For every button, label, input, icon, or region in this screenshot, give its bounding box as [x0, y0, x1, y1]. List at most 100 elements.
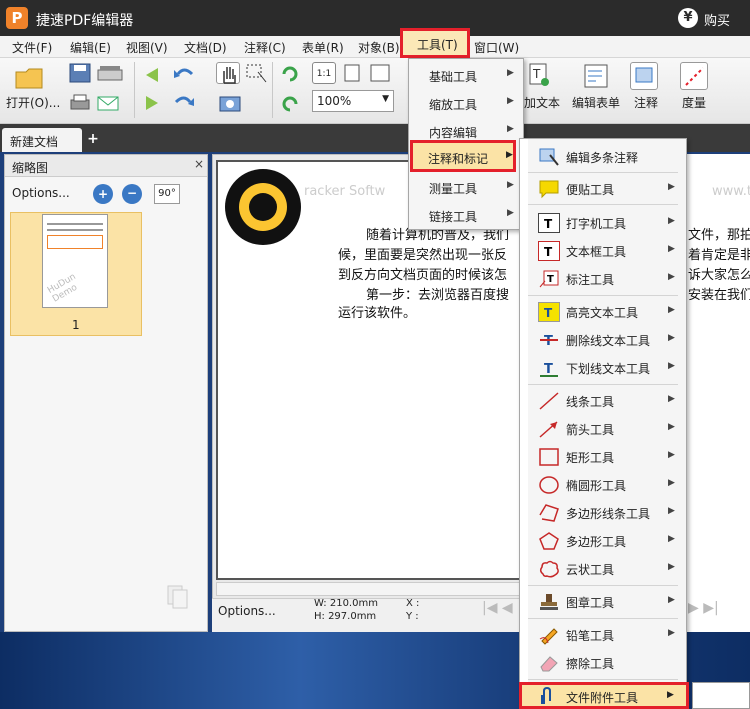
line-icon	[538, 391, 560, 411]
svg-text:T: T	[547, 274, 554, 285]
menu-measure-tools[interactable]: 测量工具 ▶	[409, 173, 523, 201]
menu-eraser-tool[interactable]: 擦除工具	[528, 649, 686, 677]
menu-line-tool[interactable]: 线条工具 ▶	[528, 387, 686, 415]
app-logo-icon: P	[6, 7, 28, 29]
chevron-right-icon: ▶	[668, 244, 675, 254]
forward-icon[interactable]	[140, 92, 164, 114]
rotate-thumbnail-button[interactable]: 90°	[154, 184, 180, 204]
add-text-button[interactable]: 加文本	[524, 94, 560, 111]
menu-file-attachment-tool[interactable]: 文件附件工具 ▶	[519, 682, 689, 709]
snapshot-icon[interactable]	[218, 92, 242, 114]
menu-basic-tools[interactable]: 基础工具 ▶	[409, 61, 523, 89]
menu-underline-text[interactable]: T 下划线文本工具 ▶	[528, 354, 686, 382]
menu-pencil-tool[interactable]: 铅笔工具 ▶	[528, 621, 686, 649]
email-icon[interactable]	[96, 92, 120, 114]
menu-ellipse-tool[interactable]: 椭圆形工具 ▶	[528, 471, 686, 499]
next-page-icon[interactable]: ▶ ▶|	[688, 600, 748, 620]
edit-form-button[interactable]: 编辑表单	[572, 94, 620, 111]
add-tab-icon[interactable]: +	[86, 132, 100, 146]
thumbnail-title: 缩略图	[12, 161, 49, 175]
buy-now-stamp-icon[interactable]	[222, 166, 304, 248]
statusbar-options-button[interactable]: Options...	[218, 604, 276, 618]
menu-item-label: 标注工具	[566, 273, 615, 287]
redo-icon[interactable]	[172, 92, 196, 114]
svg-text:T: T	[544, 362, 553, 377]
highlight-icon: T	[538, 302, 560, 322]
close-icon[interactable]: ×	[194, 157, 204, 171]
measure-icon[interactable]	[680, 62, 708, 90]
menu-polygon-tool[interactable]: 多边形工具 ▶	[528, 527, 686, 555]
horizontal-scrollbar[interactable]	[216, 582, 522, 596]
print-icon[interactable]	[68, 92, 92, 114]
undo-icon[interactable]	[172, 64, 196, 86]
open-button[interactable]: 打开(O)...	[6, 94, 60, 111]
menu-form[interactable]: 表单(R)	[302, 39, 344, 56]
menu-callout[interactable]: T 标注工具 ▶	[528, 265, 686, 293]
thumbnail-options-button[interactable]: Options...	[12, 186, 70, 200]
rectangle-icon	[538, 447, 560, 467]
tab-new-document[interactable]: 新建文档	[2, 128, 82, 152]
menu-cloud-tool[interactable]: 云状工具 ▶	[528, 555, 686, 583]
rotate-cw-icon[interactable]	[278, 62, 302, 84]
menu-object[interactable]: 对象(B)	[358, 39, 400, 56]
chevron-right-icon: ▶	[507, 180, 514, 190]
menu-tools[interactable]: 工具(T)	[400, 28, 470, 58]
submenu-icon-strip	[520, 139, 528, 709]
menu-annotation-markup[interactable]: 注释和标记 ▶	[410, 140, 516, 172]
open-folder-icon[interactable]	[14, 64, 46, 92]
add-text-icon[interactable]: T	[528, 62, 550, 88]
menu-sticky-note[interactable]: 便贴工具 ▶	[528, 175, 686, 203]
chevron-right-icon: ▶	[668, 305, 675, 315]
pencil-icon	[538, 625, 560, 645]
document-line: 候，里面要是突然出现一张反	[338, 248, 508, 263]
measure-button[interactable]: 度量	[682, 94, 706, 111]
menu-edit-annotations[interactable]: 编辑多条注释	[528, 143, 686, 171]
menu-comment[interactable]: 注释(C)	[244, 39, 286, 56]
menu-zoom-tools[interactable]: 缩放工具 ▶	[409, 89, 523, 117]
zoom-in-icon[interactable]: +	[93, 184, 113, 204]
menu-polyline-tool[interactable]: 多边形线条工具 ▶	[528, 499, 686, 527]
scanner-icon[interactable]	[96, 62, 123, 84]
menu-window[interactable]: 窗口(W)	[474, 39, 519, 56]
menu-item-label: 高亮文本工具	[566, 306, 639, 320]
zoom-select[interactable]: 100% ▼	[312, 90, 394, 112]
hand-tool-icon[interactable]	[216, 62, 240, 84]
menu-textbox[interactable]: T 文本框工具 ▶	[528, 237, 686, 265]
menu-view[interactable]: 视图(V)	[126, 39, 168, 56]
thumbnail-page[interactable]: HuDun Demo	[42, 214, 108, 308]
annotate-icon[interactable]	[630, 62, 658, 90]
menu-highlight-text[interactable]: T 高亮文本工具 ▶	[528, 298, 686, 326]
save-icon[interactable]	[68, 62, 92, 84]
menu-strikeout-text[interactable]: T 删除线文本工具 ▶	[528, 326, 686, 354]
menu-item-label: 云状工具	[566, 563, 615, 577]
menu-file[interactable]: 文件(F)	[12, 39, 52, 56]
rotate-ccw-icon[interactable]	[278, 92, 302, 114]
zoom-out-icon[interactable]: −	[122, 184, 142, 204]
menu-edit[interactable]: 编辑(E)	[70, 39, 111, 56]
chevron-right-icon: ▶	[507, 208, 514, 218]
back-icon[interactable]	[140, 64, 164, 86]
menu-bar: 文件(F) 编辑(E) 视图(V) 文档(D) 注释(C) 表单(R) 对象(B…	[0, 36, 750, 58]
edit-form-icon[interactable]	[582, 62, 610, 90]
textbox-icon: T	[538, 241, 560, 261]
menu-item-label: 铅笔工具	[566, 629, 615, 643]
document-line: 着肯定是非	[688, 248, 750, 263]
actual-size-button[interactable]: 1:1	[312, 62, 336, 84]
menu-document[interactable]: 文档(D)	[184, 39, 227, 56]
page-height: H: 297.0mm	[314, 611, 377, 622]
annotate-button[interactable]: 注释	[634, 94, 658, 111]
select-text-icon[interactable]	[244, 62, 268, 84]
menu-stamp-tool[interactable]: 图章工具 ▶	[528, 588, 686, 616]
menu-typewriter[interactable]: T 打字机工具 ▶	[528, 209, 686, 237]
menu-link-tools[interactable]: 链接工具 ▶	[409, 201, 523, 229]
fit-width-icon[interactable]	[368, 62, 392, 84]
fit-page-icon[interactable]	[340, 62, 364, 84]
menu-arrow-tool[interactable]: 箭头工具 ▶	[528, 415, 686, 443]
underline-icon: T	[538, 358, 560, 378]
first-page-icon[interactable]: |◀ ◀	[482, 600, 518, 620]
chevron-right-icon: ▶	[507, 124, 514, 134]
yen-icon[interactable]: ¥	[678, 8, 698, 28]
menu-rectangle-tool[interactable]: 矩形工具 ▶	[528, 443, 686, 471]
chevron-right-icon: ▶	[668, 562, 675, 572]
buy-button[interactable]: 购买	[704, 10, 730, 29]
